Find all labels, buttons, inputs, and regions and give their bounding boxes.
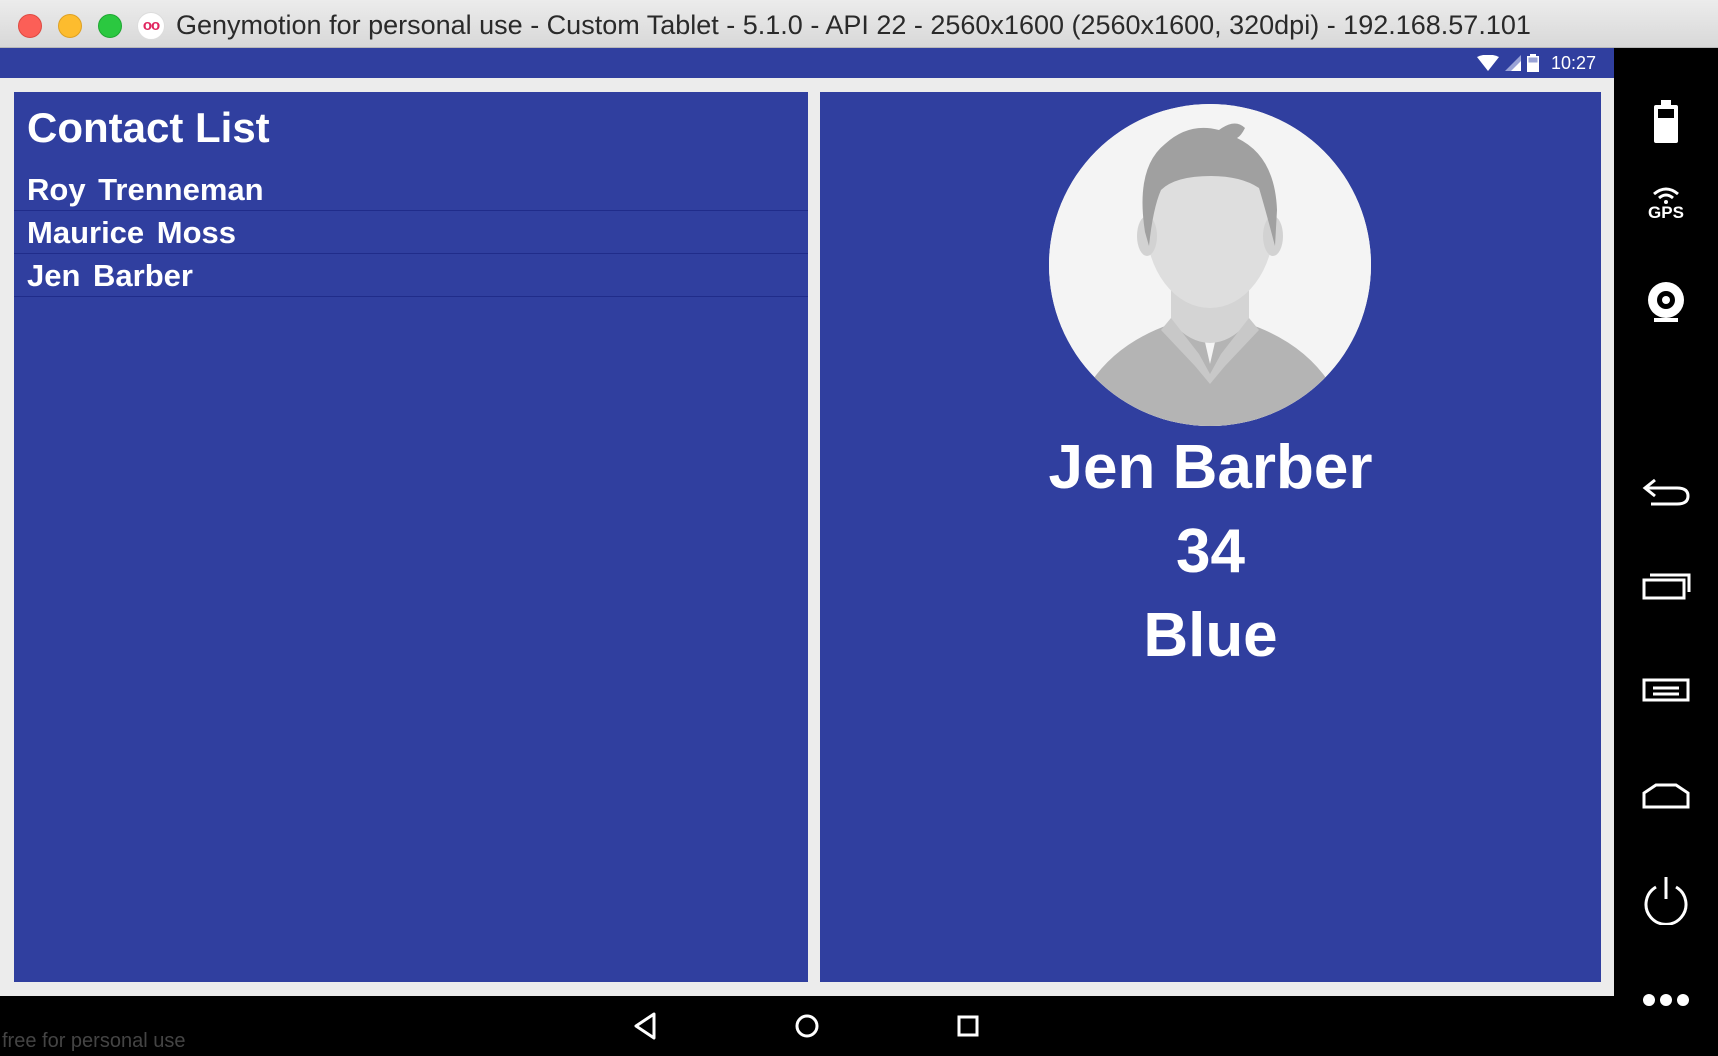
gps-icon: [1653, 187, 1679, 204]
power-icon: [1644, 877, 1688, 925]
battery-button[interactable]: [1636, 94, 1696, 150]
power-button[interactable]: [1636, 872, 1696, 928]
status-time: 10:27: [1550, 52, 1596, 73]
contact-age: 34: [1176, 517, 1245, 586]
home-button[interactable]: [1636, 768, 1696, 824]
android-screen: 10:27 Contact List Roy Trenneman Maurice…: [0, 48, 1614, 996]
home-circle-icon[interactable]: [789, 1008, 825, 1044]
window-titlebar: oo Genymotion for personal use - Custom …: [0, 0, 1718, 48]
more-button[interactable]: [1636, 972, 1696, 1028]
battery-icon: [1526, 54, 1539, 72]
window-title: Genymotion for personal use - Custom Tab…: [176, 10, 1531, 40]
gps-button[interactable]: GPS: [1636, 176, 1696, 232]
camera-icon: [1648, 282, 1684, 322]
signal-icon: [1504, 55, 1521, 71]
recent-apps-button[interactable]: [1636, 558, 1696, 614]
contact-list-pane: Contact List Roy Trenneman Maurice Moss …: [14, 92, 808, 982]
back-icon: [1642, 478, 1690, 506]
contact-item-maurice-moss[interactable]: Maurice Moss: [14, 211, 808, 254]
menu-icon: [1642, 678, 1690, 702]
maximize-window-button[interactable]: [98, 14, 122, 38]
contact-item-roy-trenneman[interactable]: Roy Trenneman: [14, 168, 808, 211]
contact-list: Roy Trenneman Maurice Moss Jen Barber: [14, 168, 808, 297]
avatar: [1049, 104, 1371, 426]
contact-item-jen-barber[interactable]: Jen Barber: [14, 254, 808, 297]
close-window-button[interactable]: [18, 14, 42, 38]
more-icon: [1643, 994, 1689, 1006]
emulator-sidebar: GPS: [1614, 48, 1718, 1056]
camera-button[interactable]: [1636, 274, 1696, 330]
home-icon: [1642, 783, 1690, 809]
gps-label: GPS: [1648, 203, 1684, 222]
battery-icon: [1654, 100, 1678, 143]
contact-list-title: Contact List: [27, 104, 270, 151]
person-silhouette-icon: [1049, 104, 1371, 426]
back-button[interactable]: [1636, 464, 1696, 520]
status-bar: 10:27: [0, 48, 1614, 78]
minimize-window-button[interactable]: [58, 14, 82, 38]
contact-favorite-color: Blue: [1143, 601, 1278, 670]
recents-square-icon[interactable]: [950, 1008, 986, 1044]
contact-detail-pane: Jen Barber 34 Blue: [820, 92, 1601, 982]
back-triangle-icon[interactable]: [628, 1008, 664, 1044]
menu-button[interactable]: [1636, 662, 1696, 718]
android-nav-bar: [0, 996, 1614, 1056]
contact-name: Jen Barber: [1048, 433, 1373, 502]
recent-apps-icon: [1642, 573, 1691, 600]
watermark-text: free for personal use: [2, 1030, 186, 1052]
genymotion-logo-icon: oo: [137, 12, 165, 40]
wifi-icon: [1476, 55, 1499, 71]
